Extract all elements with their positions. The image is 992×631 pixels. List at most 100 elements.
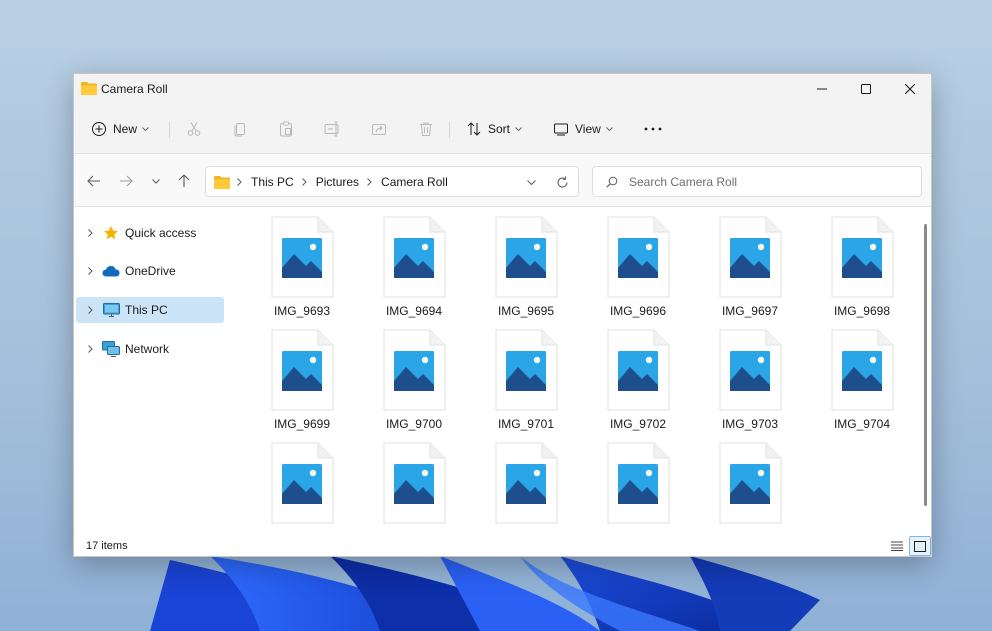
file-name: IMG_9694: [385, 304, 443, 318]
nav-item-quick-access[interactable]: Quick access: [76, 220, 224, 246]
file-item[interactable]: IMG_9701: [476, 329, 576, 437]
file-name: IMG_9702: [609, 417, 667, 431]
file-item[interactable]: IMG_9694: [364, 216, 464, 324]
star-icon: [102, 225, 120, 241]
nav-item-this-pc[interactable]: This PC: [76, 297, 224, 323]
address-history-button[interactable]: [521, 174, 541, 190]
folder-icon: [214, 175, 230, 189]
file-item[interactable]: [700, 442, 800, 538]
separator: [169, 122, 170, 138]
search-box[interactable]: [592, 166, 922, 197]
address-bar[interactable]: This PC Pictures Camera Roll: [205, 166, 579, 197]
file-item[interactable]: IMG_9702: [588, 329, 688, 437]
vertical-scrollbar[interactable]: [924, 224, 927, 506]
arrow-right-icon: [120, 175, 133, 187]
file-name: IMG_9696: [609, 304, 667, 318]
image-file-icon: [831, 216, 894, 298]
file-item[interactable]: [252, 442, 352, 538]
more-options-button[interactable]: [643, 115, 663, 143]
search-input[interactable]: [629, 173, 909, 191]
cut-button[interactable]: [186, 115, 202, 143]
close-button[interactable]: [888, 74, 932, 104]
image-file-icon: [271, 216, 334, 298]
expand-chevron[interactable]: [82, 267, 98, 275]
sort-button[interactable]: Sort: [466, 115, 522, 143]
maximize-button[interactable]: [844, 74, 888, 104]
delete-icon: [420, 122, 432, 136]
copy-button[interactable]: [232, 115, 248, 143]
image-file-icon: [719, 442, 782, 524]
status-bar: 17 items: [74, 536, 931, 556]
sort-icon: [467, 122, 481, 136]
monitor-icon: [102, 302, 120, 318]
large-icons-view-button[interactable]: [909, 536, 931, 556]
command-bar: New Sort View: [74, 104, 931, 154]
file-item[interactable]: IMG_9699: [252, 329, 352, 437]
maximize-icon: [861, 84, 871, 94]
cloud-icon: [102, 263, 120, 279]
forward-button[interactable]: [114, 169, 138, 193]
file-item[interactable]: [364, 442, 464, 538]
back-button[interactable]: [82, 169, 106, 193]
cut-icon: [187, 122, 201, 136]
navigation-pane: Quick access OneDrive This PC Network: [74, 208, 234, 528]
file-item[interactable]: IMG_9703: [700, 329, 800, 437]
minimize-button[interactable]: [800, 74, 844, 104]
details-view-button[interactable]: [886, 536, 908, 556]
paste-icon: [280, 121, 292, 137]
share-icon: [372, 124, 386, 135]
image-file-icon: [607, 216, 670, 298]
file-item[interactable]: [588, 442, 688, 538]
chevron-right-icon: [87, 267, 93, 275]
file-item[interactable]: [476, 442, 576, 538]
image-file-icon: [383, 442, 446, 524]
image-file-icon: [831, 329, 894, 411]
nav-item-label: This PC: [125, 303, 168, 317]
image-file-icon: [719, 216, 782, 298]
rename-button[interactable]: [324, 115, 342, 143]
chevron-right-icon: [237, 177, 242, 186]
breadcrumb-separator: [367, 177, 372, 186]
up-button[interactable]: [172, 169, 196, 193]
breadcrumb-this-pc[interactable]: This PC: [251, 175, 294, 189]
expand-chevron[interactable]: [82, 306, 98, 314]
file-explorer-window: Camera Roll New Sort View This PC Pictur…: [73, 73, 932, 557]
chevron-down-icon: [152, 178, 160, 184]
view-button[interactable]: View: [553, 115, 613, 143]
new-label: New: [113, 122, 138, 136]
breadcrumb-separator: [301, 177, 307, 186]
new-button[interactable]: New: [91, 115, 149, 143]
breadcrumb-pictures[interactable]: Pictures: [316, 175, 359, 189]
expand-chevron[interactable]: [82, 229, 98, 237]
delete-button[interactable]: [418, 115, 434, 143]
file-item[interactable]: IMG_9693: [252, 216, 352, 324]
nav-item-network[interactable]: Network: [76, 336, 224, 362]
expand-chevron[interactable]: [82, 345, 98, 353]
chevron-down-icon: [605, 126, 613, 131]
file-item[interactable]: IMG_9698: [812, 216, 912, 324]
image-file-icon: [607, 442, 670, 524]
file-item[interactable]: IMG_9696: [588, 216, 688, 324]
file-name: IMG_9695: [497, 304, 555, 318]
separator: [449, 122, 450, 138]
network-icon: [102, 341, 120, 357]
paste-button[interactable]: [278, 115, 294, 143]
file-name: IMG_9693: [273, 304, 331, 318]
nav-item-onedrive[interactable]: OneDrive: [76, 258, 224, 284]
more-options-icon: [644, 127, 662, 131]
file-item[interactable]: IMG_9695: [476, 216, 576, 324]
file-name: IMG_9704: [833, 417, 891, 431]
share-button[interactable]: [371, 115, 387, 143]
file-item[interactable]: IMG_9700: [364, 329, 464, 437]
file-item[interactable]: IMG_9704: [812, 329, 912, 437]
breadcrumb-camera-roll[interactable]: Camera Roll: [381, 175, 448, 189]
nav-item-label: OneDrive: [125, 264, 176, 278]
nav-item-label: Quick access: [125, 226, 197, 240]
chevron-right-icon: [87, 345, 93, 353]
refresh-button[interactable]: [552, 174, 572, 190]
chevron-down-icon: [142, 126, 149, 131]
recent-locations-button[interactable]: [144, 169, 168, 193]
title-bar[interactable]: Camera Roll: [74, 74, 931, 104]
file-item[interactable]: IMG_9697: [700, 216, 800, 324]
file-name: IMG_9703: [721, 417, 779, 431]
